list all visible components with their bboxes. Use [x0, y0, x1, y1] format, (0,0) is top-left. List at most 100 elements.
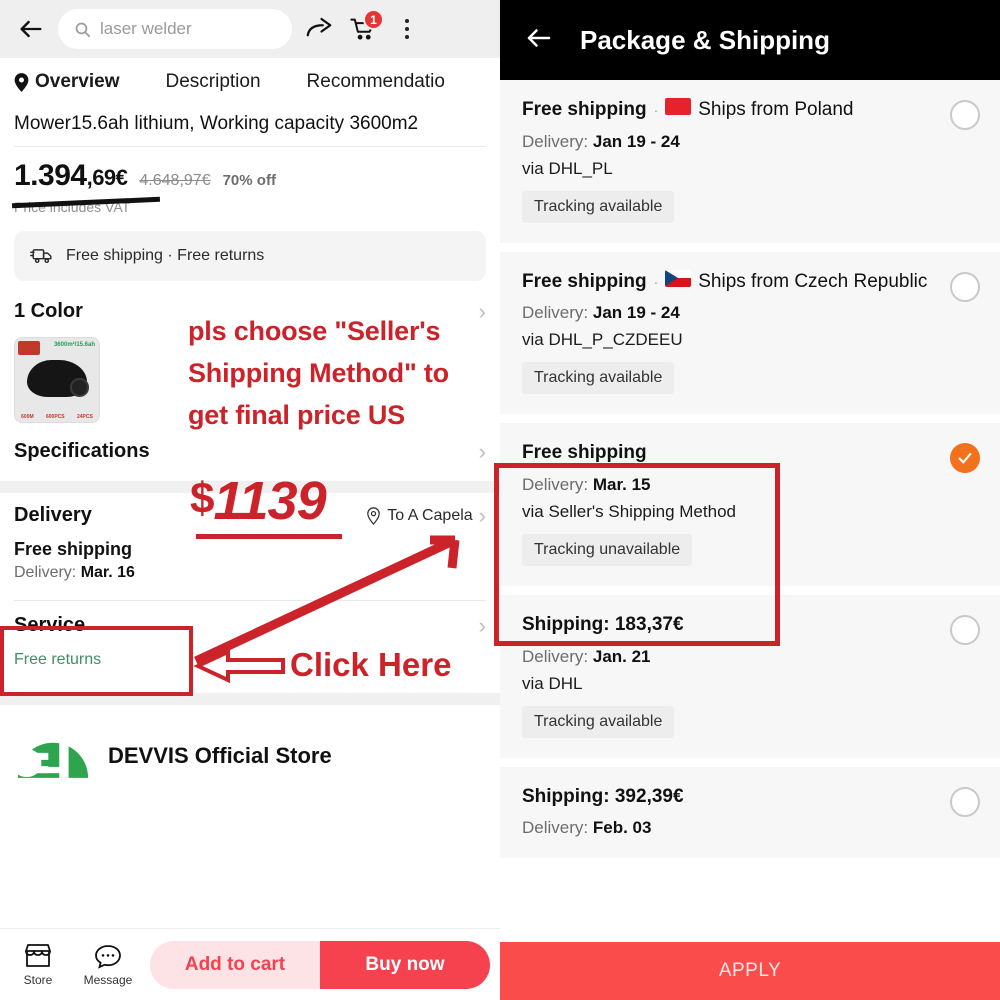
apply-button[interactable]: APPLY — [500, 942, 1000, 1000]
section-gap — [0, 480, 500, 493]
shipping-option-price: Free shipping — [522, 442, 647, 464]
shipping-option-delivery-value: Feb. 03 — [592, 818, 652, 838]
swatch-capacity-text: 3600m²/15.6ah — [53, 341, 95, 348]
shipping-option[interactable]: Free shipping Delivery: Mar. 15 via Seller… — [500, 423, 1000, 587]
delivery-label: Delivery — [14, 504, 92, 527]
delivery-location-label: To A Capela — [387, 506, 473, 524]
product-tabs: Overview Description Recommendatio — [0, 58, 500, 106]
service-section-header[interactable]: Service › — [0, 601, 500, 651]
shipping-option-tracking-badge: Tracking available — [522, 190, 675, 223]
shipping-option-origin: Ships from Czech Republic — [698, 270, 928, 292]
shipping-option-origin: Ships from Poland — [698, 99, 854, 120]
current-price-cents: ,69€ — [86, 164, 128, 190]
shipping-option-title: Shipping: 183,37€ — [522, 613, 978, 638]
sheet-header: Package & Shipping — [500, 0, 1000, 80]
add-to-cart-button[interactable]: Add to cart — [150, 940, 320, 989]
product-title: Mower15.6ah lithium, Working capacity 36… — [14, 113, 419, 134]
shipping-option-tracking-badge: Tracking available — [522, 362, 675, 395]
shipping-option[interactable]: Shipping: 392,39€ Delivery: Feb. 03 — [500, 766, 1000, 859]
tab-description-label: Description — [165, 71, 261, 92]
shipping-option-tracking-badge: Tracking unavailable — [522, 534, 693, 567]
buy-now-button[interactable]: Buy now — [320, 940, 490, 989]
shipping-option-title: Free shipping · Ships from Czech Republic — [522, 269, 978, 295]
tab-recommendations[interactable]: Recommendatio — [307, 71, 445, 93]
shipping-option[interactable]: Shipping: 183,37€ Delivery: Jan. 21 via DH… — [500, 595, 1000, 758]
more-options-icon[interactable] — [390, 12, 424, 46]
shipping-option-delivery: Delivery: Mar. 15 — [522, 475, 651, 495]
shipping-option-radio[interactable] — [950, 443, 980, 474]
shipping-option-radio[interactable] — [950, 271, 980, 302]
swatch-bottom-row: 600M 600PCS 24PCS — [15, 414, 99, 420]
tab-description[interactable]: Description — [166, 71, 261, 93]
cart-badge: 1 — [363, 9, 384, 30]
poland-flag-icon — [665, 98, 692, 115]
service-value: Free returns — [14, 650, 102, 668]
chevron-right-icon: › — [478, 502, 486, 528]
cta-group: Add to cart Buy now — [150, 940, 490, 989]
shipping-option-via: via DHL_PL — [522, 158, 613, 178]
delivery-location[interactable]: To A Capela › — [366, 503, 486, 529]
delivery-shipping-title: Free shipping — [14, 538, 133, 559]
shipping-options-list: Free shipping · Ships from Poland Delivery:… — [500, 80, 1000, 859]
section-gap — [0, 692, 500, 705]
shipping-option-tracking-badge: Tracking available — [522, 705, 675, 738]
shipping-option-delivery: Delivery: Jan 19 - 24 — [522, 131, 680, 151]
chevron-right-icon: › — [478, 612, 486, 638]
shipping-option-delivery-value: Jan 19 - 24 — [592, 303, 680, 323]
location-pin-icon — [367, 507, 381, 525]
tab-overview-label: Overview — [35, 71, 120, 92]
annotation-price-underline — [196, 534, 342, 539]
back-arrow-icon[interactable] — [524, 23, 554, 58]
shipping-option-separator: · — [653, 102, 659, 118]
czech-flag-icon — [665, 269, 692, 287]
shipping-option-radio[interactable] — [950, 615, 980, 646]
storefront-icon — [25, 944, 51, 967]
shipping-option-title: Shipping: 392,39€ — [522, 785, 978, 810]
shipping-option-via: via DHL — [522, 673, 583, 693]
message-button-label: Message — [83, 973, 133, 987]
swatch-label-2: 600PCS — [46, 413, 65, 420]
shipping-option[interactable]: Free shipping · Ships from Czech Republic D… — [500, 251, 1000, 415]
annotation-instruction-text: pls choose "Seller's Shipping Method" to… — [188, 310, 500, 436]
color-count-label: 1 Color — [14, 300, 83, 323]
swatch-label-1: 600M — [21, 413, 34, 420]
service-label: Service — [14, 614, 86, 637]
store-button[interactable]: Store — [10, 942, 66, 987]
shipping-option-radio[interactable] — [950, 100, 980, 130]
store-logo-icon — [11, 717, 92, 795]
tab-recommendations-label: Recommendatio — [306, 71, 445, 92]
search-input[interactable]: laser welder — [58, 9, 292, 49]
package-shipping-panel: Package & Shipping Free shipping · Ships f… — [500, 0, 1000, 1000]
shipping-option-delivery-value: Jan. 21 — [592, 646, 651, 666]
delivery-truck-icon — [30, 249, 52, 264]
location-pin-icon — [14, 72, 29, 92]
shipping-returns-chip[interactable]: Free shipping · Free returns — [14, 230, 486, 281]
specifications-label: Specifications — [14, 440, 150, 463]
message-button[interactable]: Message — [80, 942, 136, 987]
annotation-line-2: Shipping Method" to — [188, 358, 449, 389]
specifications-row[interactable]: Specifications › — [0, 423, 500, 481]
delivery-date-prefix: Delivery: — [14, 563, 81, 581]
shipping-option[interactable]: Free shipping · Ships from Poland Delivery:… — [500, 80, 1000, 243]
price-row: 1.394,69€ 4.648,97€ 70% off — [0, 147, 500, 193]
delivery-date-row: Delivery: Mar. 16 — [0, 560, 500, 582]
discount-label: 70% off — [222, 171, 276, 189]
shipping-option-price: Shipping: 392,39€ — [522, 785, 684, 807]
color-section-header[interactable]: 1 Color › — [0, 281, 500, 325]
store-name: DEVVIS Official Store — [108, 742, 332, 768]
shipping-option-price: Free shipping — [522, 99, 647, 120]
shipping-option-radio[interactable] — [950, 786, 980, 817]
shipping-option-delivery-value: Mar. 15 — [592, 475, 651, 495]
original-price: 4.648,97€ — [139, 171, 211, 189]
store-row[interactable]: DEVVIS Official Store — [0, 705, 500, 795]
color-swatch-thumbnail[interactable]: 3600m²/15.6ah 600M 600PCS 24PCS — [14, 336, 100, 423]
share-icon[interactable] — [302, 12, 336, 46]
cart-icon[interactable]: 1 — [346, 9, 384, 46]
back-arrow-icon[interactable] — [14, 12, 48, 46]
shipping-option-title: Free shipping · Ships from Poland — [522, 98, 978, 123]
sheet-title: Package & Shipping — [580, 24, 830, 55]
shipping-option-price: Free shipping — [522, 270, 647, 292]
bottom-action-bar: Store Message Add to cart Buy now — [0, 928, 500, 1000]
store-button-label: Store — [23, 973, 53, 987]
tab-overview[interactable]: Overview — [14, 71, 120, 93]
